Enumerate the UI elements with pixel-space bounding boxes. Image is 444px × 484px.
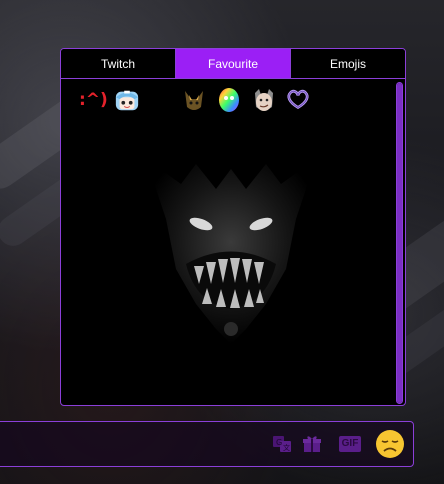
favourite-emotes: :^) [61,87,391,117]
tab-emojis[interactable]: Emojis [291,49,405,78]
translate-button[interactable]: G 文 [271,433,293,455]
emote-tabs: Twitch Favourite Emojis [61,49,405,79]
tab-favourite[interactable]: Favourite [176,49,291,78]
emote-picker: Twitch Favourite Emojis:^) [60,48,406,406]
cat-ears-emote-icon[interactable] [181,87,207,113]
heart-hands-emote-icon[interactable] [285,87,311,113]
anime-girl-emote-icon[interactable] [114,87,140,113]
chat-message-input[interactable] [3,430,257,460]
tab-twitch[interactable]: Twitch [61,49,176,78]
emote-smirk-text[interactable]: :^) [79,87,108,113]
monster-artwork [146,159,316,344]
emoji-picker-button[interactable] [375,429,405,459]
disappointed-face-icon [376,430,404,458]
emote-scrollbar[interactable] [396,82,403,404]
emote-list: :^) [61,79,401,405]
gift-icon [303,436,321,452]
scrollbar-thumb[interactable] [397,83,402,403]
svg-text:G: G [276,438,282,447]
translate-icon: G 文 [273,436,291,452]
smirk-face-emote-icon[interactable] [251,87,277,113]
gif-icon: GIF [338,436,362,452]
svg-text:文: 文 [283,443,290,452]
rainbow-blob-emote-icon[interactable] [216,87,242,113]
chat-input-bar: G 文 GIF [0,421,414,467]
gif-button[interactable]: GIF [337,433,363,455]
gift-button[interactable] [301,433,323,455]
